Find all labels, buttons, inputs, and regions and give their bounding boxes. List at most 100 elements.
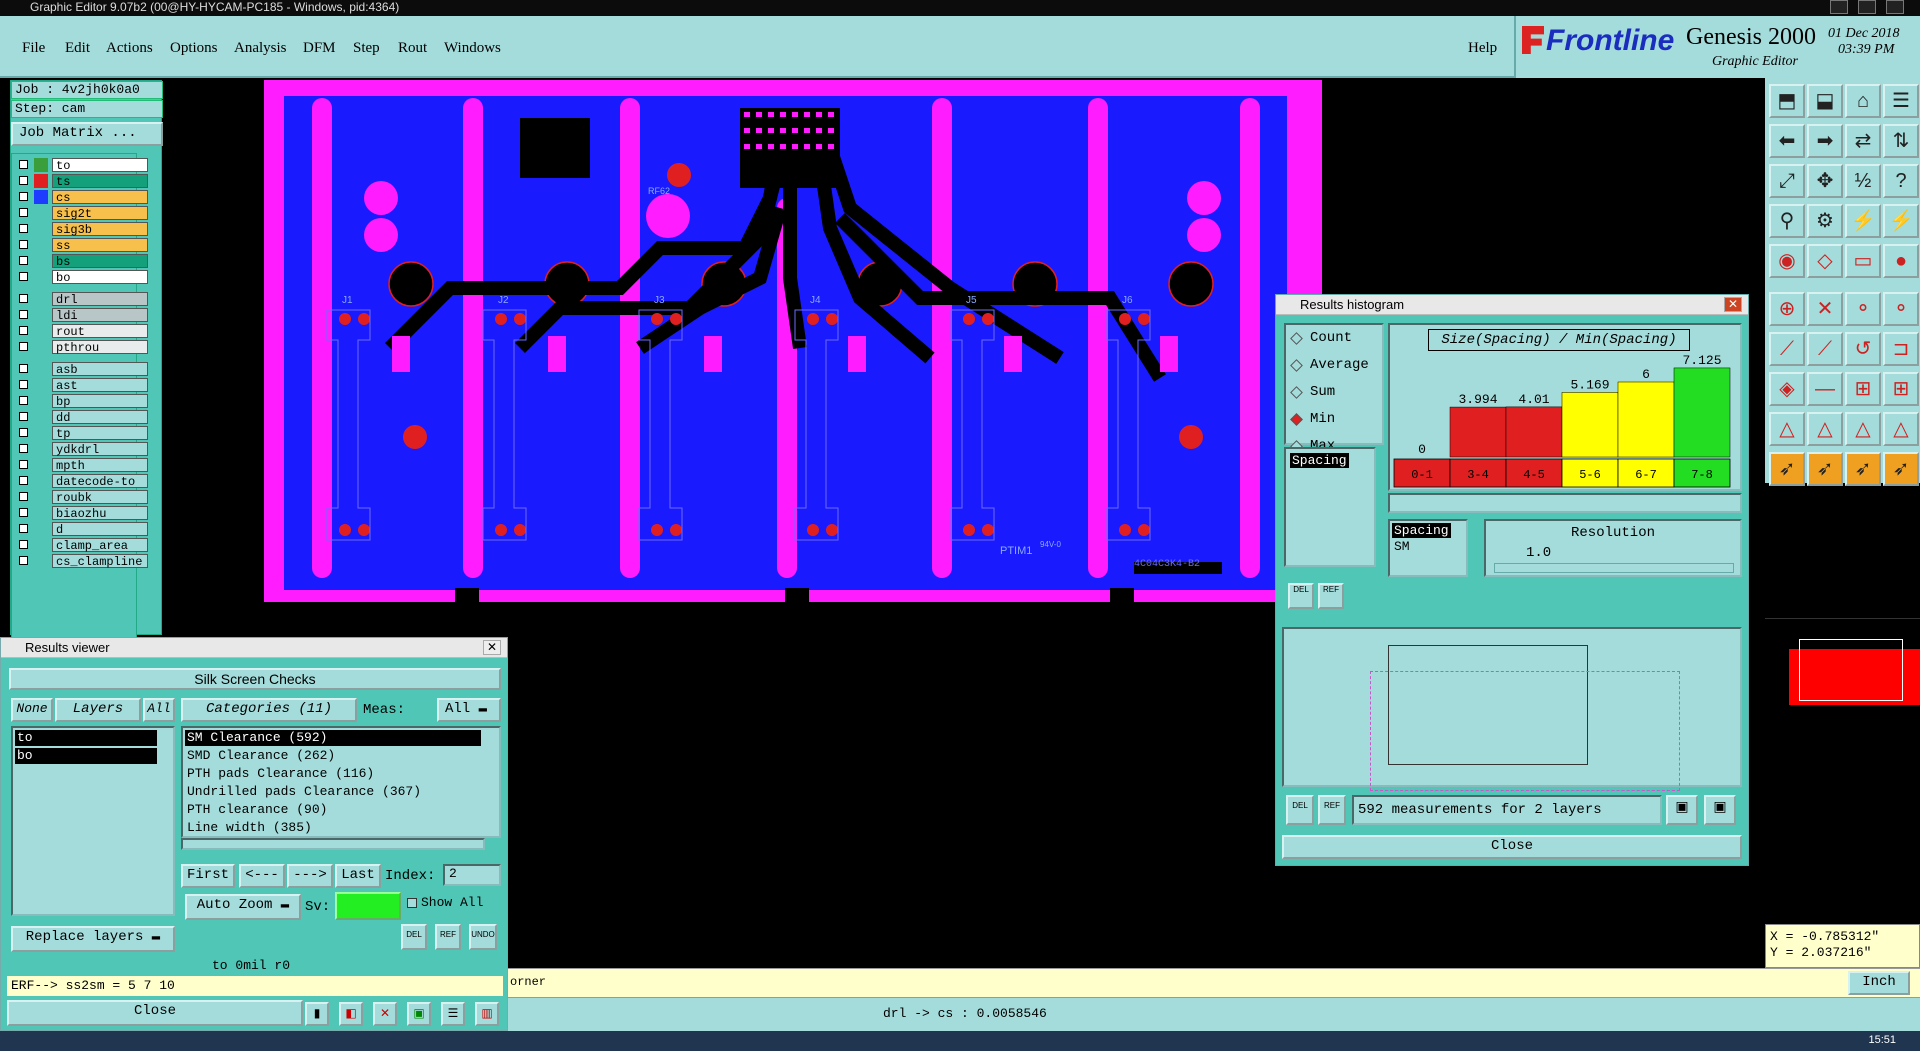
menu-options[interactable]: Options bbox=[170, 40, 218, 57]
layer-row-rout[interactable]: rout bbox=[16, 324, 148, 339]
grid2-icon[interactable]: ⊞ bbox=[1883, 372, 1919, 406]
pan-icon[interactable]: ✥ bbox=[1807, 164, 1843, 198]
histogram-close-icon[interactable]: ✕ bbox=[1724, 297, 1742, 312]
layer-name[interactable]: biaozhu bbox=[52, 506, 148, 521]
res-item-spacing[interactable]: Spacing bbox=[1392, 523, 1451, 538]
layer-row-bp[interactable]: bp bbox=[16, 394, 148, 409]
line2-icon[interactable]: ⟋ bbox=[1807, 332, 1843, 366]
all-button[interactable]: All bbox=[143, 698, 175, 722]
radio-diamond-icon[interactable] bbox=[1290, 332, 1303, 345]
category-item[interactable]: SMD Clearance (262) bbox=[185, 748, 481, 764]
menu-help[interactable]: Help bbox=[1468, 40, 1497, 57]
layer-row-cs[interactable]: cs bbox=[16, 190, 148, 205]
layer-checkbox[interactable] bbox=[19, 208, 28, 217]
layer-name[interactable]: bo bbox=[52, 270, 148, 285]
layer-color-swatch[interactable] bbox=[34, 522, 48, 536]
delete-icon[interactable]: ✕ bbox=[1807, 292, 1843, 326]
help-icon[interactable]: ? bbox=[1883, 164, 1919, 198]
preview-del-button[interactable]: DEL bbox=[1286, 795, 1314, 825]
import-icon[interactable]: ▣ bbox=[1704, 795, 1736, 825]
layer-checkbox[interactable] bbox=[19, 460, 28, 469]
radio-diamond-icon[interactable] bbox=[1290, 386, 1303, 399]
copy-icon[interactable]: ⬒ bbox=[1769, 84, 1805, 118]
layer-color-swatch[interactable] bbox=[34, 474, 48, 488]
triangle4-icon[interactable]: △ bbox=[1883, 412, 1919, 446]
right-icon[interactable]: ➡ bbox=[1807, 124, 1843, 158]
histogram-scrollbar[interactable] bbox=[1388, 493, 1742, 513]
layer-checkbox[interactable] bbox=[19, 160, 28, 169]
menu-edit[interactable]: Edit bbox=[65, 40, 90, 57]
layer-row-cs_clampline[interactable]: cs_clampline bbox=[16, 554, 148, 569]
menu-file[interactable]: File bbox=[22, 40, 45, 57]
layer-row-ldi[interactable]: ldi bbox=[16, 308, 148, 323]
triangle2-icon[interactable]: △ bbox=[1807, 412, 1843, 446]
histogram-bar[interactable] bbox=[1449, 406, 1507, 458]
layer-row-asb[interactable]: asb bbox=[16, 362, 148, 377]
layer-name[interactable]: tp bbox=[52, 426, 148, 441]
last-button[interactable]: Last bbox=[335, 864, 381, 888]
layer-name[interactable]: ast bbox=[52, 378, 148, 393]
layer-row-to[interactable]: to bbox=[16, 158, 148, 173]
next-button[interactable]: ---> bbox=[287, 864, 333, 888]
layer-name[interactable]: sig2t bbox=[52, 206, 148, 221]
layer-item-to[interactable]: to bbox=[15, 730, 157, 746]
category-item[interactable]: SM Clearance (592) bbox=[185, 730, 481, 746]
layer-row-d[interactable]: d bbox=[16, 522, 148, 537]
layer-name[interactable]: ydkdrl bbox=[52, 442, 148, 457]
tool-icon-2[interactable]: ◧ bbox=[339, 1002, 363, 1026]
rotate-icon[interactable]: ↺ bbox=[1845, 332, 1881, 366]
job-matrix-button[interactable]: Job Matrix ... bbox=[11, 122, 163, 146]
layer-color-swatch[interactable] bbox=[34, 158, 48, 172]
tool-icon-5[interactable]: ☰ bbox=[441, 1002, 465, 1026]
radio-diamond-icon[interactable] bbox=[1290, 413, 1303, 426]
menu-rout[interactable]: Rout bbox=[398, 40, 427, 57]
layer-checkbox[interactable] bbox=[19, 310, 28, 319]
layer-color-swatch[interactable] bbox=[34, 426, 48, 440]
results-viewer-close-icon[interactable]: ✕ bbox=[483, 640, 501, 655]
histogram-ref-button[interactable]: REF bbox=[1318, 583, 1344, 609]
export-icon[interactable]: ▣ bbox=[1666, 795, 1698, 825]
layer-name[interactable]: asb bbox=[52, 362, 148, 377]
layer-row-datecode-to[interactable]: datecode-to bbox=[16, 474, 148, 489]
snap-icon[interactable]: ⚡ bbox=[1845, 204, 1881, 238]
units-select[interactable]: Inch bbox=[1848, 971, 1910, 995]
triangle-icon[interactable]: △ bbox=[1769, 412, 1805, 446]
layer-row-biaozhu[interactable]: biaozhu bbox=[16, 506, 148, 521]
layer-color-swatch[interactable] bbox=[34, 308, 48, 322]
minimize-button[interactable] bbox=[1830, 0, 1848, 14]
layer-checkbox[interactable] bbox=[19, 326, 28, 335]
layer-color-swatch[interactable] bbox=[34, 340, 48, 354]
histogram-bar[interactable] bbox=[1505, 406, 1563, 458]
layer-row-ts[interactable]: ts bbox=[16, 174, 148, 189]
layer-checkbox[interactable] bbox=[19, 256, 28, 265]
layers-list[interactable]: to bo bbox=[11, 726, 175, 916]
meas-select[interactable]: All ▬ bbox=[437, 698, 501, 722]
layer-row-mpth[interactable]: mpth bbox=[16, 458, 148, 473]
rv-ref-button[interactable]: REF bbox=[435, 924, 461, 950]
cursor-icon[interactable]: ➶ bbox=[1769, 452, 1805, 486]
magnify-icon[interactable]: ⚲ bbox=[1769, 204, 1805, 238]
layer-row-ss[interactable]: ss bbox=[16, 238, 148, 253]
layer-row-tp[interactable]: tp bbox=[16, 426, 148, 441]
swap-icon[interactable]: ⇄ bbox=[1845, 124, 1881, 158]
rv-undo-button[interactable]: UNDO bbox=[469, 924, 497, 950]
resolution-list[interactable]: Spacing SM bbox=[1388, 519, 1468, 577]
grid-icon[interactable]: ⊞ bbox=[1845, 372, 1881, 406]
layer-checkbox[interactable] bbox=[19, 508, 28, 517]
layer-name[interactable]: roubk bbox=[52, 490, 148, 505]
home-icon[interactable]: ⌂ bbox=[1845, 84, 1881, 118]
layer-checkbox[interactable] bbox=[19, 240, 28, 249]
layer-checkbox[interactable] bbox=[19, 342, 28, 351]
scale-icon[interactable]: ½ bbox=[1845, 164, 1881, 198]
layer-row-clamp_area[interactable]: clamp_area bbox=[16, 538, 148, 553]
results-viewer-close-button[interactable]: Close bbox=[7, 1000, 303, 1026]
cursor2-icon[interactable]: ➶ bbox=[1807, 452, 1843, 486]
layer-checkbox[interactable] bbox=[19, 294, 28, 303]
layer-row-roubk[interactable]: roubk bbox=[16, 490, 148, 505]
layer-color-swatch[interactable] bbox=[34, 506, 48, 520]
node2-icon[interactable]: ⚬ bbox=[1883, 292, 1919, 326]
overview-map[interactable] bbox=[1765, 618, 1920, 768]
auto-zoom-select[interactable]: Auto Zoom ▬ bbox=[185, 894, 301, 920]
layer-name[interactable]: drl bbox=[52, 292, 148, 307]
layer-name[interactable]: mpth bbox=[52, 458, 148, 473]
